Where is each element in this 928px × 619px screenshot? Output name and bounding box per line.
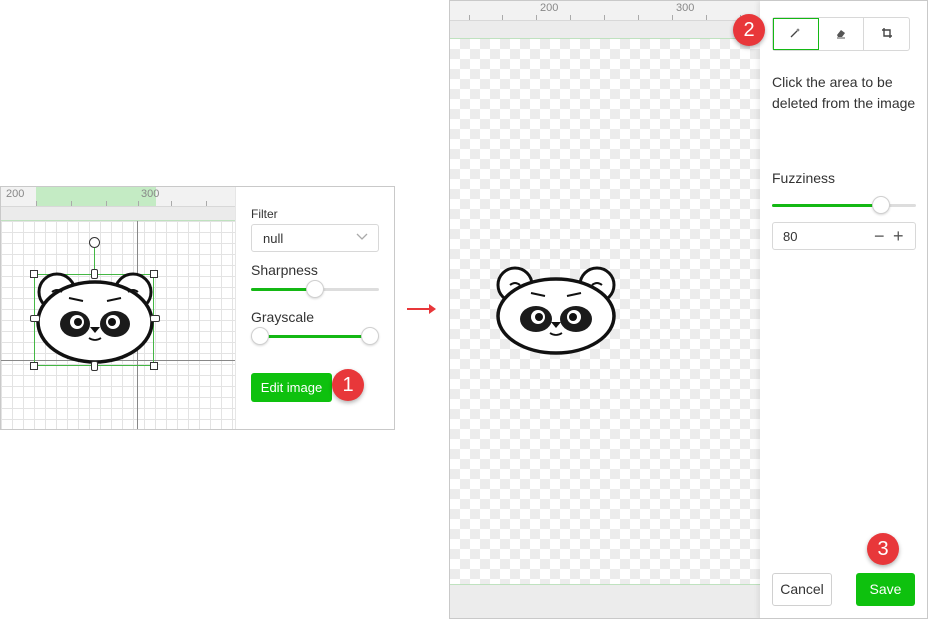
grayscale-max-thumb[interactable] [361,327,379,345]
grayscale-slider-fill [260,335,370,338]
resize-handle-left[interactable] [30,315,40,322]
resize-handle-bottom-right[interactable] [150,362,158,370]
sharpness-label: Sharpness [251,262,318,278]
resize-handle-right[interactable] [150,315,160,322]
grayscale-label: Grayscale [251,309,315,325]
filter-select[interactable]: null [251,224,379,252]
step-badge-1: 1 [332,369,364,401]
fuzziness-slider-fill [772,204,882,207]
crop-tool-button[interactable] [864,18,909,50]
sharpness-slider-thumb[interactable] [306,280,324,298]
resize-handle-top-right[interactable] [150,270,158,278]
rotate-handle[interactable] [89,237,100,248]
minus-icon[interactable]: − [874,225,885,247]
ruler-mark-300: 300 [141,188,160,200]
filter-select-value: null [263,231,284,246]
tool-description: Click the area to be deleted from the im… [772,74,916,111]
fuzziness-label: Fuzziness [772,170,836,186]
cancel-button[interactable]: Cancel [772,573,832,606]
chevron-down-icon [356,232,368,244]
edit-image-button[interactable]: Edit image [251,373,332,402]
image-edit-panel: 200 300 Click the area to be deleted fro… [449,0,928,619]
filter-label: Filter [251,207,278,221]
arrow-right-icon [407,304,436,314]
resize-handle-top-left[interactable] [30,270,38,278]
canvas-band [450,21,761,39]
panda-image[interactable] [495,265,617,357]
fuzziness-slider-thumb[interactable] [872,196,890,214]
canvas-bottom-band [450,584,761,618]
resize-handle-top[interactable] [91,269,98,279]
ruler-mark-200: 200 [540,2,559,14]
canvas-band [1,207,235,221]
horizontal-ruler: 200 300 [450,1,761,21]
horizontal-ruler: 200 300 [1,187,235,207]
resize-handle-bottom-left[interactable] [30,362,38,370]
edit-sidebar: Click the area to be deleted from the im… [760,1,927,618]
resize-handle-bottom[interactable] [91,361,98,371]
grayscale-min-thumb[interactable] [251,327,269,345]
ruler-mark-200: 200 [6,188,25,200]
plus-icon[interactable]: + [893,225,904,247]
step-badge-2: 2 [733,14,765,46]
ruler-mark-300: 300 [676,2,695,14]
fuzziness-value: 80 [783,229,798,244]
eraser-tool-button[interactable] [819,18,865,50]
panda-image[interactable] [34,268,156,366]
eraser-icon [835,27,847,42]
tool-button-group [772,17,910,51]
save-button[interactable]: Save [856,573,915,606]
step-badge-3: 3 [867,533,899,565]
fuzziness-stepper[interactable]: 80 − + [772,222,916,250]
properties-panel: Filter null Sharpness Grayscale Edit ima… [235,187,394,429]
magic-wand-tool-button[interactable] [773,18,819,50]
crop-icon [881,27,893,42]
magic-wand-icon [789,27,801,42]
